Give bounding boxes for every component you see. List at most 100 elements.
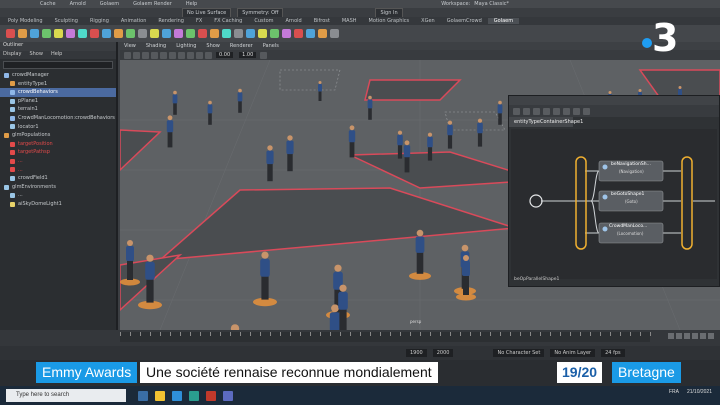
outliner-item[interactable]: terrain1 xyxy=(0,105,116,114)
shelf-tab[interactable]: MASH xyxy=(336,18,363,24)
shaded-icon[interactable] xyxy=(151,51,158,59)
viewport-menu-show[interactable]: Show xyxy=(206,43,220,49)
shelf-tool-icon[interactable] xyxy=(294,29,303,38)
go-start-icon[interactable] xyxy=(668,333,674,339)
outliner-item[interactable]: ... xyxy=(0,191,116,200)
outliner-item[interactable]: CrowdManLocomotion:crowdBehaviors xyxy=(0,114,116,123)
shelf-tool-icon[interactable] xyxy=(282,29,291,38)
add-node-icon[interactable] xyxy=(543,107,550,115)
shelf-tool-icon[interactable] xyxy=(78,29,87,38)
shelf-tool-icon[interactable] xyxy=(30,29,39,38)
resolution-gate-icon[interactable] xyxy=(205,51,212,59)
outliner-item[interactable]: pPlane1 xyxy=(0,97,116,106)
outliner-search-input[interactable] xyxy=(3,61,113,69)
shelf-tool-icon[interactable] xyxy=(54,29,63,38)
play-icon[interactable] xyxy=(692,333,698,339)
shelf-tool-icon[interactable] xyxy=(162,29,171,38)
shelf-tab-active[interactable]: Golaem xyxy=(487,18,520,24)
gamma-field[interactable]: 1.00 xyxy=(239,52,257,58)
maya-app-icon[interactable] xyxy=(189,390,199,401)
range-end-field[interactable]: 2000 xyxy=(432,349,454,357)
outliner-menu-show[interactable]: Show xyxy=(29,51,43,59)
shelf-tool-icon[interactable] xyxy=(198,29,207,38)
shelf-tool-icon[interactable] xyxy=(306,29,315,38)
shelf-tool-icon[interactable] xyxy=(150,29,159,38)
shelf-tab[interactable]: Rigging xyxy=(84,18,115,24)
frame-icon[interactable] xyxy=(533,107,540,115)
viewport-menu-shading[interactable]: Shading xyxy=(146,43,166,49)
settings-icon[interactable] xyxy=(563,107,570,115)
outliner-item[interactable]: locator1 xyxy=(0,123,116,132)
shelf-tool-icon[interactable] xyxy=(186,29,195,38)
color-management-icon[interactable] xyxy=(260,51,268,59)
shelf-tool-icon[interactable] xyxy=(18,29,27,38)
shelf-tab[interactable]: Sculpting xyxy=(49,18,84,24)
grid-icon[interactable] xyxy=(133,51,140,59)
shelf-tool-icon[interactable] xyxy=(42,29,51,38)
character-set-select[interactable]: No Character Set xyxy=(493,349,545,357)
outliner-item[interactable]: glmEnvironments xyxy=(0,183,116,192)
task-view-icon[interactable] xyxy=(138,390,148,401)
layout-icon[interactable] xyxy=(523,107,530,115)
go-end-icon[interactable] xyxy=(708,333,714,339)
edge-icon[interactable] xyxy=(172,390,182,401)
viewport-menu-panels[interactable]: Panels xyxy=(263,43,279,49)
outliner-item[interactable]: entityType1 xyxy=(0,80,116,89)
shelf-tab[interactable]: Custom xyxy=(248,18,279,24)
wireframe-icon[interactable] xyxy=(142,51,149,59)
step-forward-icon[interactable] xyxy=(700,333,706,339)
shelf-tab[interactable]: GolaemCrowd xyxy=(441,18,488,24)
shelf-tab[interactable]: Bifrost xyxy=(308,18,336,24)
shelf-tool-icon[interactable] xyxy=(234,29,243,38)
app-icon[interactable] xyxy=(223,390,233,401)
viewport-menu-lighting[interactable]: Lighting xyxy=(176,43,196,49)
outliner-item[interactable]: crowdField1 xyxy=(0,174,116,183)
time-slider[interactable] xyxy=(0,330,720,346)
menu-item[interactable]: Golaem xyxy=(100,1,119,7)
graph-icon[interactable] xyxy=(513,107,520,115)
shadows-icon[interactable] xyxy=(178,51,185,59)
menu-item[interactable]: Help xyxy=(186,1,197,7)
shelf-tab[interactable]: FX Caching xyxy=(208,18,248,24)
shelf-tab[interactable]: XGen xyxy=(415,18,441,24)
shelf-tool-icon[interactable] xyxy=(270,29,279,38)
menu-item[interactable]: Cache xyxy=(40,1,56,7)
taskbar-search-input[interactable]: Type here to search xyxy=(6,389,126,402)
shelf-tool-icon[interactable] xyxy=(114,29,123,38)
node-editor-tab[interactable]: entityTypeContainerShape1 xyxy=(509,117,583,127)
live-surface-button[interactable]: No Live Surface xyxy=(182,7,232,18)
anim-layer-select[interactable]: No Anim Layer xyxy=(550,349,596,357)
shelf-tool-icon[interactable] xyxy=(174,29,183,38)
textured-icon[interactable] xyxy=(160,51,167,59)
workspace-select[interactable]: Maya Classic* xyxy=(474,1,509,7)
sign-in-button[interactable]: Sign In xyxy=(375,7,403,18)
lights-icon[interactable] xyxy=(169,51,176,59)
viewport-menu-view[interactable]: View xyxy=(124,43,136,49)
shelf-tool-icon[interactable] xyxy=(318,29,327,38)
shelf-tab[interactable]: FX xyxy=(190,18,208,24)
outliner-item[interactable]: crowdManager xyxy=(0,71,116,80)
delete-icon[interactable] xyxy=(553,107,560,115)
outliner-item[interactable]: ... xyxy=(0,166,116,175)
shelf-tool-icon[interactable] xyxy=(126,29,135,38)
shelf-tab[interactable]: Arnold xyxy=(280,18,308,24)
range-start-field[interactable]: 1900 xyxy=(406,349,427,357)
outliner-item[interactable]: aiSkyDomeLight1 xyxy=(0,200,116,209)
app-icon[interactable] xyxy=(206,390,216,401)
shelf-tool-icon[interactable] xyxy=(66,29,75,38)
viewport-menu-renderer[interactable]: Renderer xyxy=(230,43,253,49)
shelf-tab[interactable]: Rendering xyxy=(152,18,190,24)
file-explorer-icon[interactable] xyxy=(155,390,165,401)
node-label[interactable]: CrowdManLoco... xyxy=(609,224,647,229)
time-ruler[interactable] xyxy=(120,332,651,342)
node-label[interactable]: beNavigationSh... xyxy=(611,162,651,167)
outliner-item[interactable]: targetPosition xyxy=(0,140,116,149)
shelf-tab[interactable]: Poly Modeling xyxy=(2,18,49,24)
play-back-icon[interactable] xyxy=(684,333,690,339)
outliner-item[interactable]: crowdBehaviors xyxy=(0,88,116,97)
shelf-tab[interactable]: Motion Graphics xyxy=(363,18,416,24)
exposure-field[interactable]: 0.00 xyxy=(216,52,234,58)
isolate-icon[interactable] xyxy=(196,51,203,59)
shelf-tool-icon[interactable] xyxy=(102,29,111,38)
menu-item[interactable]: Arnold xyxy=(70,1,86,7)
